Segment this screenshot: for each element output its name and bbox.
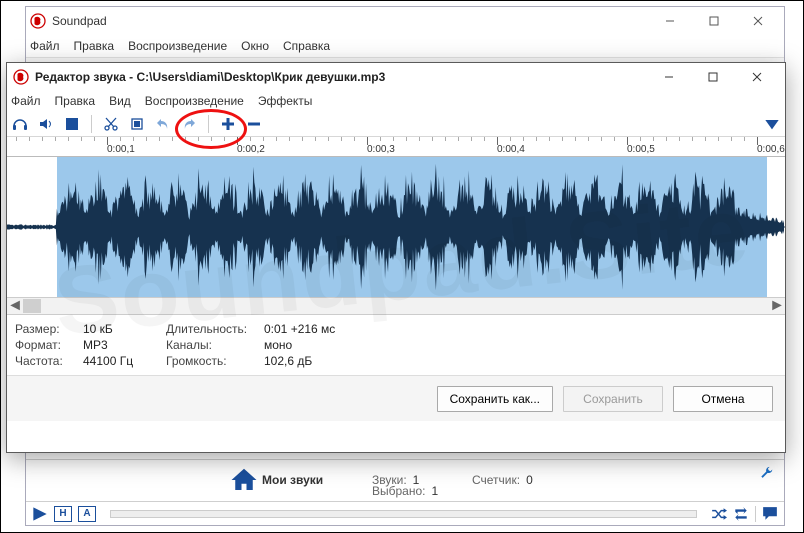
freq-label: Частота: <box>15 353 75 369</box>
repeat-icon[interactable] <box>733 506 749 522</box>
cancel-button[interactable]: Отмена <box>673 386 773 412</box>
editor-maximize-button[interactable] <box>691 63 735 91</box>
crop-icon[interactable] <box>128 115 146 133</box>
main-bottom-panel: Мои звуки Звуки:1 Счетчик:0 Выбрано:1 Н … <box>26 459 784 525</box>
play-strip: Н А <box>26 501 784 525</box>
size-label: Размер: <box>15 321 75 337</box>
file-info-panel: Размер: 10 кБ Длительность: 0:01 +216 мс… <box>7 315 785 375</box>
freq-value: 44100 Гц <box>83 353 158 369</box>
horizontal-scrollbar[interactable]: ◄ ► <box>7 297 785 315</box>
counter-label: Счетчик: <box>472 473 520 487</box>
channels-value: моно <box>264 337 292 353</box>
format-value: MP3 <box>83 337 158 353</box>
duration-label: Длительность: <box>166 321 256 337</box>
app-icon <box>30 13 46 29</box>
time-ruler[interactable]: 0:00,10:00,20:00,30:00,40:00,50:00,6 <box>7 137 785 157</box>
save-as-button[interactable]: Сохранить как... <box>437 386 553 412</box>
editor-close-button[interactable] <box>735 63 779 91</box>
editor-app-icon <box>13 69 29 85</box>
size-value: 10 кБ <box>83 321 158 337</box>
volume-label: Громкость: <box>166 353 256 369</box>
wrench-icon[interactable] <box>760 466 774 483</box>
headphones-icon[interactable] <box>11 115 29 133</box>
main-menu-play[interactable]: Воспроизведение <box>128 39 227 53</box>
editor-menu-file[interactable]: Файл <box>11 94 41 108</box>
zoom-in-icon[interactable] <box>219 115 237 133</box>
progress-bar[interactable] <box>110 510 697 518</box>
main-close-button[interactable] <box>736 7 780 35</box>
main-menu-edit[interactable]: Правка <box>74 39 115 53</box>
category-row: Мои звуки Звуки:1 Счетчик:0 Выбрано:1 <box>226 462 778 498</box>
scrollbar-track[interactable] <box>41 299 769 313</box>
main-menubar: Файл Правка Воспроизведение Окно Справка <box>26 35 784 57</box>
shuffle-icon[interactable] <box>711 506 727 522</box>
main-menu-help[interactable]: Справка <box>283 39 330 53</box>
main-maximize-button[interactable] <box>692 7 736 35</box>
waveform-area[interactable] <box>7 157 785 297</box>
scroll-right-icon[interactable]: ► <box>769 298 785 314</box>
selected-label: Выбрано: <box>372 484 425 498</box>
editor-menu-view[interactable]: Вид <box>109 94 131 108</box>
editor-title: Редактор звука - C:\Users\diami\Desktop\… <box>35 70 385 84</box>
stop-icon[interactable] <box>63 115 81 133</box>
main-menu-file[interactable]: Файл <box>30 39 60 53</box>
sound-editor-window: Редактор звука - C:\Users\diami\Desktop\… <box>6 62 786 453</box>
main-title: Soundpad <box>52 14 107 28</box>
badge-a[interactable]: А <box>78 506 96 522</box>
redo-icon[interactable] <box>180 115 198 133</box>
speech-bubble-icon[interactable] <box>762 506 778 522</box>
volume-value: 102,6 дБ <box>264 353 312 369</box>
cut-icon[interactable] <box>102 115 120 133</box>
editor-menu-edit[interactable]: Правка <box>55 94 96 108</box>
main-minimize-button[interactable] <box>648 7 692 35</box>
zoom-out-icon[interactable] <box>245 115 263 133</box>
dialog-button-bar: Сохранить как... Сохранить Отмена <box>7 375 785 421</box>
badge-h[interactable]: Н <box>54 506 72 522</box>
editor-toolbar <box>7 111 785 137</box>
format-label: Формат: <box>15 337 75 353</box>
editor-titlebar: Редактор звука - C:\Users\diami\Desktop\… <box>7 63 785 91</box>
undo-icon[interactable] <box>154 115 172 133</box>
main-menu-window[interactable]: Окно <box>241 39 269 53</box>
editor-menubar: Файл Правка Вид Воспроизведение Эффекты <box>7 91 785 111</box>
selected-value: 1 <box>431 484 438 498</box>
category-name[interactable]: Мои звуки <box>262 473 372 487</box>
scroll-left-icon[interactable]: ◄ <box>7 298 23 314</box>
editor-menu-effects[interactable]: Эффекты <box>258 94 313 108</box>
duration-value: 0:01 +216 мс <box>264 321 335 337</box>
save-button: Сохранить <box>563 386 663 412</box>
main-titlebar: Soundpad <box>26 7 784 35</box>
editor-menu-play[interactable]: Воспроизведение <box>145 94 244 108</box>
speaker-icon[interactable] <box>37 115 55 133</box>
home-icon <box>226 462 262 498</box>
marker-dropdown-icon[interactable] <box>763 115 781 133</box>
channels-label: Каналы: <box>166 337 256 353</box>
counter-value: 0 <box>526 473 533 487</box>
editor-minimize-button[interactable] <box>647 63 691 91</box>
scrollbar-thumb[interactable] <box>23 299 41 313</box>
waveform <box>7 157 785 297</box>
play-icon[interactable] <box>32 506 48 522</box>
